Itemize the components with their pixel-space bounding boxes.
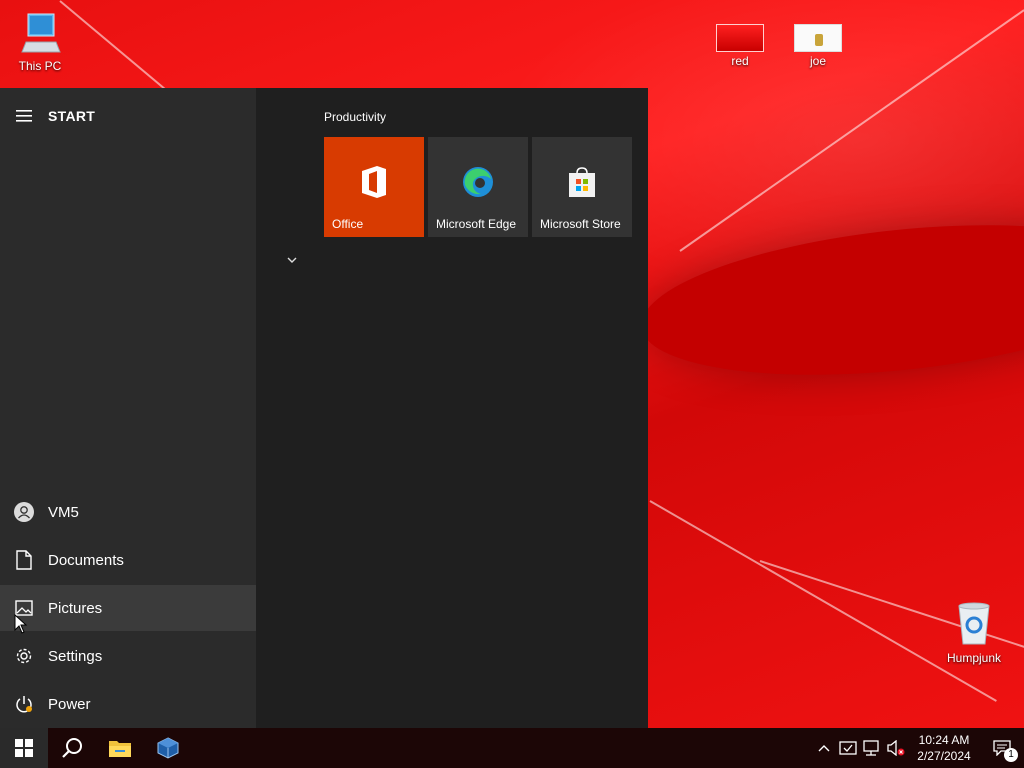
start-menu: START VM5 Documents Pictures Settings Po… [0,88,648,728]
start-item-label: Documents [48,551,124,569]
desktop-icon-label: joe [809,54,826,68]
search-icon [62,738,82,758]
gear-icon [0,647,48,665]
tile-label: Office [332,217,364,231]
taskbar: 10:24 AM 2/27/2024 1 [0,728,1024,768]
start-item-documents[interactable]: Documents [0,537,256,583]
clock-date: 2/27/2024 [917,749,971,763]
start-item-power[interactable]: Power [0,681,256,727]
start-item-label: Power [48,695,91,713]
desktop-icon-label: red [731,54,749,68]
document-icon [0,550,48,570]
chevron-down-icon[interactable] [286,251,298,269]
red-image-icon [716,24,764,52]
clock-time: 10:24 AM [918,733,970,747]
start-button[interactable] [0,728,48,768]
security-icon[interactable] [836,740,860,756]
joe-image-icon [794,24,842,52]
start-item-settings[interactable]: Settings [0,633,256,679]
start-item-label: Pictures [48,599,103,617]
start-item-user[interactable]: VM5 [0,489,256,535]
search-button[interactable] [48,728,96,768]
windows-start-icon [15,739,33,757]
start-menu-tiles-pane: Productivity Office Microsoft Edge Micro… [256,88,648,728]
desktop-icon-this-pc[interactable]: This PC [0,10,80,73]
start-menu-left-pane: START VM5 Documents Pictures Settings Po… [0,88,256,728]
tile-office[interactable]: Office [324,137,424,237]
start-item-label: Settings [48,647,103,665]
tile-label: Microsoft Store [540,217,621,231]
network-icon[interactable] [860,740,884,756]
power-icon [0,695,48,713]
recycle-bin-icon [958,602,990,645]
desktop-icon-recycle-bin[interactable]: Humpjunk [934,600,1014,665]
start-title: START [48,108,96,124]
desktop-icon-label: Humpjunk [946,651,1002,665]
desktop-icon-label: This PC [18,59,62,73]
file-explorer-button[interactable] [96,728,144,768]
start-item-pictures[interactable]: Pictures [0,585,256,631]
desktop-icon-joe[interactable]: joe [778,24,858,68]
volume-muted-icon[interactable] [884,740,908,756]
system-tray: 10:24 AM 2/27/2024 1 [812,728,1024,768]
action-center-button[interactable]: 1 [980,740,1024,762]
computer-icon [21,13,61,53]
wallpaper-band [634,203,1024,397]
chevron-up-icon[interactable] [812,744,836,752]
user-avatar-icon [0,501,48,523]
virtualbox-icon [157,737,179,759]
virtualbox-button[interactable] [144,728,192,768]
tile-label: Microsoft Edge [436,217,517,231]
notification-badge: 1 [1004,748,1018,762]
mouse-cursor-icon [14,613,28,639]
taskbar-clock[interactable]: 10:24 AM 2/27/2024 [908,732,980,764]
tile-microsoft-edge[interactable]: Microsoft Edge [428,137,528,237]
start-header[interactable]: START [0,102,256,130]
store-icon [532,165,632,199]
tile-group-title[interactable]: Productivity [324,110,386,124]
start-item-label: VM5 [48,503,79,521]
office-icon [324,165,424,199]
tile-microsoft-store[interactable]: Microsoft Store [532,137,632,237]
desktop-icon-red[interactable]: red [700,24,780,68]
file-explorer-icon [109,741,131,757]
edge-icon [428,165,528,199]
hamburger-menu-icon[interactable] [0,110,48,122]
